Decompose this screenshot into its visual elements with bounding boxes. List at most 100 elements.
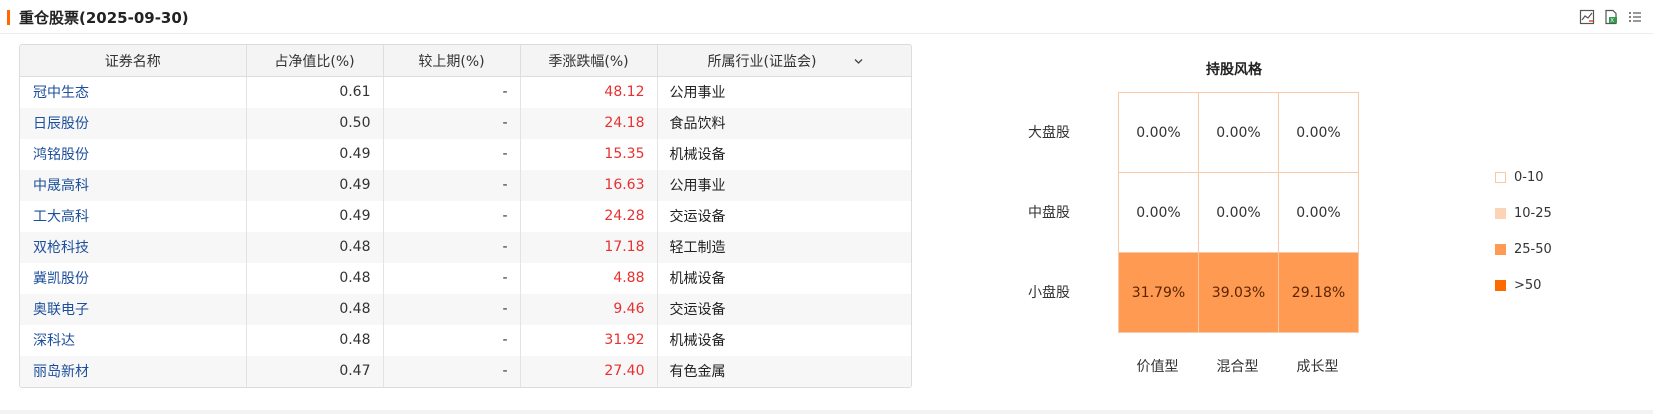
col-label-blend: 混合型 — [1216, 359, 1259, 375]
change-cell: - — [383, 324, 521, 356]
quarter-change-cell: 16.63 — [520, 169, 658, 201]
holdings-table: 证券名称 占净值比(%) 较上期(%) 季涨跌幅(%) 所属行业(证监会) 冠中… — [19, 44, 912, 388]
legend-item: 25-50 — [1495, 231, 1552, 267]
col-header-quarter[interactable]: 季涨跌幅(%) — [520, 45, 658, 77]
nav-ratio-cell: 0.48 — [246, 231, 384, 263]
nav-ratio-cell: 0.48 — [246, 324, 384, 356]
table-row: 双枪科技 0.48-17.18 轻工制造 — [20, 231, 911, 263]
stock-name-link[interactable]: 双枪科技 — [20, 231, 247, 263]
list-icon[interactable] — [1627, 9, 1643, 25]
quarter-change-cell: 4.88 — [520, 262, 658, 294]
quarter-change-cell: 24.18 — [520, 107, 658, 139]
legend-swatch — [1495, 279, 1506, 291]
legend-item: 0-10 — [1495, 159, 1552, 195]
table-row: 工大高科 0.49-24.28 交运设备 — [20, 200, 911, 232]
col-header-name[interactable]: 证券名称 — [20, 45, 247, 77]
excel-export-icon[interactable]: X — [1603, 9, 1619, 25]
industry-cell: 机械设备 — [669, 333, 726, 349]
table-row: 深科达 0.48-31.92 机械设备 — [20, 324, 911, 356]
chart-toggle-icon[interactable] — [1579, 9, 1595, 25]
stock-name-link[interactable]: 鸿铭股份 — [20, 138, 247, 170]
change-cell: - — [383, 138, 521, 170]
col-header-ratio[interactable]: 占净值比(%) — [246, 45, 384, 77]
stock-name-link[interactable]: 日辰股份 — [20, 107, 247, 139]
col-header-industry[interactable]: 所属行业(证监会) — [657, 45, 911, 77]
table-row: 奥联电子 0.48-9.46 交运设备 — [20, 293, 911, 325]
quarter-change-cell: 27.40 — [520, 355, 658, 387]
holdings-panel: 重仓股票(2025-09-30) X 证券名称 占净值比(%) 较上期(%) 季… — [0, 0, 1653, 410]
legend-label: 10-25 — [1514, 205, 1552, 221]
industry-cell: 轻工制造 — [657, 231, 911, 263]
chevron-down-icon[interactable] — [853, 56, 864, 67]
style-cell: 29.18% — [1279, 253, 1358, 332]
stock-name-link[interactable]: 冠中生态 — [20, 76, 247, 108]
quarter-change-cell: 31.92 — [520, 324, 658, 356]
nav-ratio-cell: 0.48 — [246, 293, 384, 325]
legend-swatch — [1495, 243, 1506, 255]
table-row: 冀凯股份 0.48-4.88 机械设备 — [20, 262, 911, 294]
quarter-change-cell: 15.35 — [520, 138, 658, 170]
style-cell: 0.00% — [1279, 93, 1358, 172]
change-cell: - — [383, 293, 521, 325]
stock-name-link[interactable]: 工大高科 — [20, 200, 247, 232]
quarter-change-cell: 17.18 — [520, 231, 658, 263]
style-cell: 0.00% — [1199, 173, 1278, 252]
industry-cell: 有色金属 — [657, 355, 911, 387]
style-cell: 0.00% — [1119, 173, 1198, 252]
table-row: 冠中生态 0.61-48.12 公用事业 — [20, 76, 911, 108]
nav-ratio-cell: 0.49 — [246, 138, 384, 170]
legend-swatch — [1495, 171, 1506, 183]
legend-item: >50 — [1495, 267, 1552, 303]
table-row: 中晟高科 0.49-16.63 公用事业 — [20, 169, 911, 201]
table-row: 日辰股份 0.50-24.18 食品饮料 — [20, 107, 911, 139]
stock-name-link[interactable]: 中晟高科 — [20, 169, 247, 201]
title-accent-bar — [7, 10, 10, 25]
change-cell: - — [383, 231, 521, 263]
change-cell: - — [383, 107, 521, 139]
table-header-row: 证券名称 占净值比(%) 较上期(%) 季涨跌幅(%) 所属行业(证监会) — [20, 45, 911, 77]
col-header-change[interactable]: 较上期(%) — [383, 45, 521, 77]
style-legend: 0-10 10-25 25-50 >50 — [1495, 159, 1552, 303]
stock-name-link[interactable]: 深科达 — [20, 324, 247, 356]
stock-name-link[interactable]: 奥联电子 — [20, 293, 247, 325]
nav-ratio-cell: 0.47 — [246, 355, 384, 387]
panel-title: 重仓股票(2025-09-30) — [19, 9, 189, 27]
style-cell: 31.79% — [1119, 253, 1198, 332]
industry-cell: 交运设备 — [669, 209, 726, 225]
industry-cell: 机械设备 — [669, 147, 726, 163]
quarter-change-cell: 9.46 — [520, 293, 658, 325]
svg-text:X: X — [1610, 18, 1614, 24]
nav-ratio-cell: 0.48 — [246, 262, 384, 294]
quarter-change-cell: 24.28 — [520, 200, 658, 232]
table-row: 鸿铭股份 0.49-15.35 机械设备 — [20, 138, 911, 170]
stock-name-link[interactable]: 丽岛新材 — [20, 355, 247, 387]
header-tools: X — [1579, 9, 1643, 25]
style-box-grid: 0.00% 0.00% 0.00% 0.00% 0.00% 0.00% 31.7… — [1118, 92, 1359, 333]
style-cell: 0.00% — [1199, 93, 1278, 172]
table-row: 丽岛新材 0.47-27.40 有色金属 — [20, 355, 911, 387]
row-label-large: 大盘股 — [1028, 125, 1070, 141]
quarter-change-cell: 48.12 — [520, 76, 658, 108]
nav-ratio-cell: 0.49 — [246, 200, 384, 232]
style-cell: 0.00% — [1279, 173, 1358, 252]
change-cell: - — [383, 200, 521, 232]
industry-cell: 机械设备 — [669, 271, 726, 287]
nav-ratio-cell: 0.50 — [246, 107, 384, 139]
legend-swatch — [1495, 207, 1506, 219]
industry-cell: 食品饮料 — [657, 107, 911, 139]
change-cell: - — [383, 355, 521, 387]
legend-label: 25-50 — [1514, 241, 1552, 257]
legend-item: 10-25 — [1495, 195, 1552, 231]
panel-header: 重仓股票(2025-09-30) X — [0, 0, 1653, 34]
change-cell: - — [383, 169, 521, 201]
stock-name-link[interactable]: 冀凯股份 — [20, 262, 247, 294]
row-label-mid: 中盘股 — [1028, 205, 1070, 221]
change-cell: - — [383, 76, 521, 108]
col-label-growth: 成长型 — [1296, 359, 1339, 375]
col-label-value: 价值型 — [1136, 359, 1179, 375]
style-cell: 39.03% — [1199, 253, 1278, 332]
legend-label: 0-10 — [1514, 169, 1544, 185]
industry-cell: 交运设备 — [657, 293, 911, 325]
row-label-small: 小盘股 — [1028, 285, 1070, 301]
style-box-title: 持股风格 — [1206, 62, 1262, 78]
